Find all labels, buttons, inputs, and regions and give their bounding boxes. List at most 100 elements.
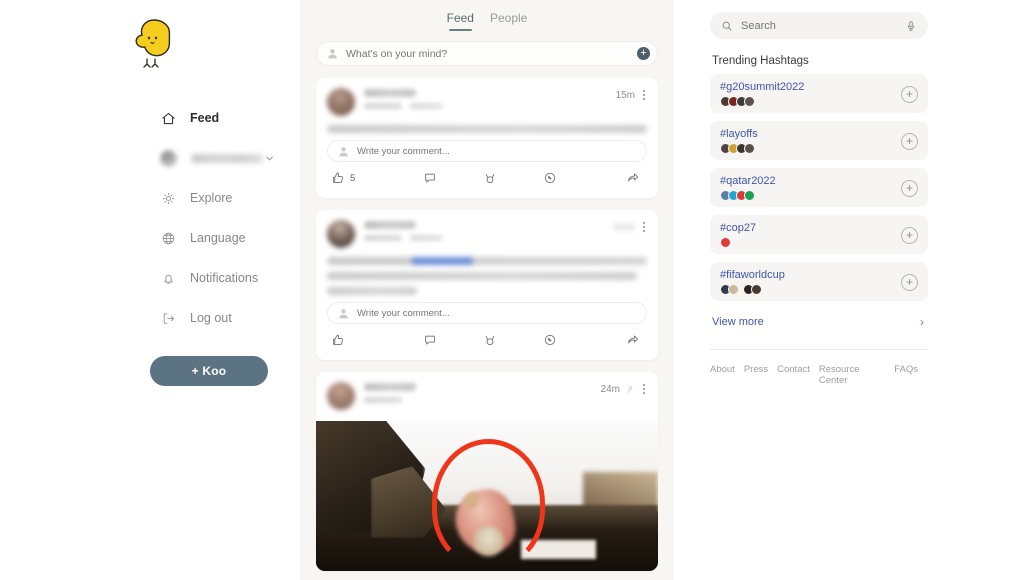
post-header — [327, 220, 647, 248]
hashtag-avatars — [720, 143, 758, 154]
comment-button[interactable] — [400, 171, 460, 185]
post-timestamp-row — [613, 220, 647, 233]
comment-button[interactable] — [400, 333, 460, 347]
footer-link-press[interactable]: Press — [744, 364, 768, 386]
hashtag-label: #qatar2022 — [720, 175, 776, 187]
sidebar-item-feed[interactable]: Feed — [160, 98, 300, 138]
avatar[interactable] — [327, 382, 355, 410]
author-handle-redacted — [364, 103, 402, 109]
follow-hashtag-button[interactable]: + — [901, 85, 918, 103]
footer-link-resource-center[interactable]: Resource Center — [819, 364, 885, 386]
sidebar-item-account[interactable] — [160, 138, 280, 178]
search-icon — [721, 20, 733, 32]
follow-hashtag-button[interactable]: + — [901, 132, 918, 150]
hashtag-card[interactable]: #qatar2022 + — [710, 168, 928, 207]
post-timestamp: 15m — [615, 89, 635, 101]
follow-hashtag-button[interactable]: + — [901, 179, 918, 197]
post-actions — [327, 324, 647, 356]
microphone-icon[interactable] — [905, 20, 917, 32]
post-author-meta — [364, 88, 607, 109]
author-name-redacted — [364, 89, 416, 97]
avatar — [720, 237, 731, 248]
globe-icon — [160, 230, 176, 246]
sidebar-item-logout[interactable]: Log out — [160, 298, 300, 338]
comment-box[interactable] — [327, 302, 647, 324]
brand-logo[interactable] — [0, 8, 300, 98]
share-button[interactable] — [580, 171, 643, 185]
explore-icon — [160, 190, 176, 206]
footer-link-about[interactable]: About — [710, 364, 735, 386]
left-sidebar: Feed Explore Language Notifications Log … — [0, 0, 300, 580]
hashtag-card[interactable]: #g20summit2022 + — [710, 74, 928, 113]
hashtag-label: #fifaworldcup — [720, 269, 785, 281]
media-highlight-circle — [432, 439, 546, 568]
author-name-redacted — [364, 383, 416, 391]
bell-icon — [160, 270, 176, 286]
whatsapp-icon — [544, 172, 556, 184]
trending-hashtags-title: Trending Hashtags — [712, 55, 809, 67]
post-header: 24m — [327, 382, 647, 410]
post-header: 15m — [327, 88, 647, 116]
composer-input[interactable] — [346, 47, 630, 60]
rekoo-button[interactable] — [460, 171, 520, 185]
view-more-hashtags[interactable]: View more › — [710, 309, 928, 329]
like-icon — [333, 334, 343, 345]
hashtag-avatars — [720, 96, 804, 107]
right-rail: Trending Hashtags #g20summit2022 + #layo… — [674, 0, 1024, 580]
post-timestamp-row: 24m — [601, 382, 647, 395]
rekoo-icon — [485, 336, 495, 346]
feed-column: Feed People + 15m — [300, 0, 674, 580]
follow-hashtag-button[interactable]: + — [901, 273, 918, 291]
post-author-meta — [364, 220, 604, 241]
post-options-icon[interactable] — [641, 221, 647, 233]
whatsapp-share-button[interactable] — [520, 333, 580, 347]
tab-feed[interactable]: Feed — [447, 11, 474, 31]
hashtag-card[interactable]: #cop27 + — [710, 215, 928, 254]
sidebar-item-language[interactable]: Language — [160, 218, 300, 258]
koo-bird-logo — [135, 19, 171, 68]
feed-tabs: Feed People — [300, 0, 674, 38]
avatar[interactable] — [327, 88, 355, 116]
whatsapp-share-button[interactable] — [520, 171, 580, 185]
avatar — [744, 190, 755, 201]
search-bar[interactable] — [710, 12, 928, 39]
footer-link-faqs[interactable]: FAQs — [894, 364, 918, 386]
logout-icon — [160, 310, 176, 326]
like-button[interactable] — [331, 333, 400, 347]
post-options-icon[interactable] — [641, 383, 647, 395]
sidebar-item-notifications[interactable]: Notifications — [160, 258, 300, 298]
post-media-video[interactable] — [316, 421, 658, 571]
comment-input[interactable] — [357, 307, 637, 319]
like-button[interactable]: 5 — [331, 171, 400, 185]
footer-links: About Press Contact Resource Center FAQs — [710, 350, 928, 386]
post-composer[interactable]: + — [316, 41, 658, 66]
avatar-icon — [337, 145, 350, 158]
author-handle-row — [364, 391, 592, 403]
post-options-icon[interactable] — [641, 89, 647, 101]
hashtag-card[interactable]: #fifaworldcup + — [710, 262, 928, 301]
post-body-redacted — [327, 125, 647, 133]
chevron-down-icon[interactable] — [264, 153, 275, 164]
avatar[interactable] — [327, 220, 355, 248]
rekoo-button[interactable] — [460, 333, 520, 347]
author-handle-redacted — [364, 397, 402, 403]
footer-link-contact[interactable]: Contact — [777, 364, 810, 386]
account-name-redacted — [191, 153, 263, 163]
create-koo-button[interactable]: + Koo — [150, 356, 268, 386]
author-subtext-redacted — [410, 103, 443, 109]
avatar — [728, 284, 739, 295]
search-input[interactable] — [741, 19, 897, 32]
hashtag-avatars — [720, 190, 776, 201]
share-button[interactable] — [580, 333, 643, 347]
hashtag-card[interactable]: #layoffs + — [710, 121, 928, 160]
comment-box[interactable] — [327, 140, 647, 162]
hashtag-label: #layoffs — [720, 128, 758, 140]
comment-icon — [425, 335, 435, 345]
comment-input[interactable] — [357, 145, 637, 157]
follow-hashtag-button[interactable]: + — [901, 226, 918, 244]
whatsapp-icon — [544, 334, 556, 346]
sidebar-item-explore[interactable]: Explore — [160, 178, 300, 218]
add-post-button[interactable]: + — [637, 47, 650, 60]
tab-people[interactable]: People — [490, 11, 527, 31]
post-timestamp-row: 15m — [616, 88, 647, 101]
